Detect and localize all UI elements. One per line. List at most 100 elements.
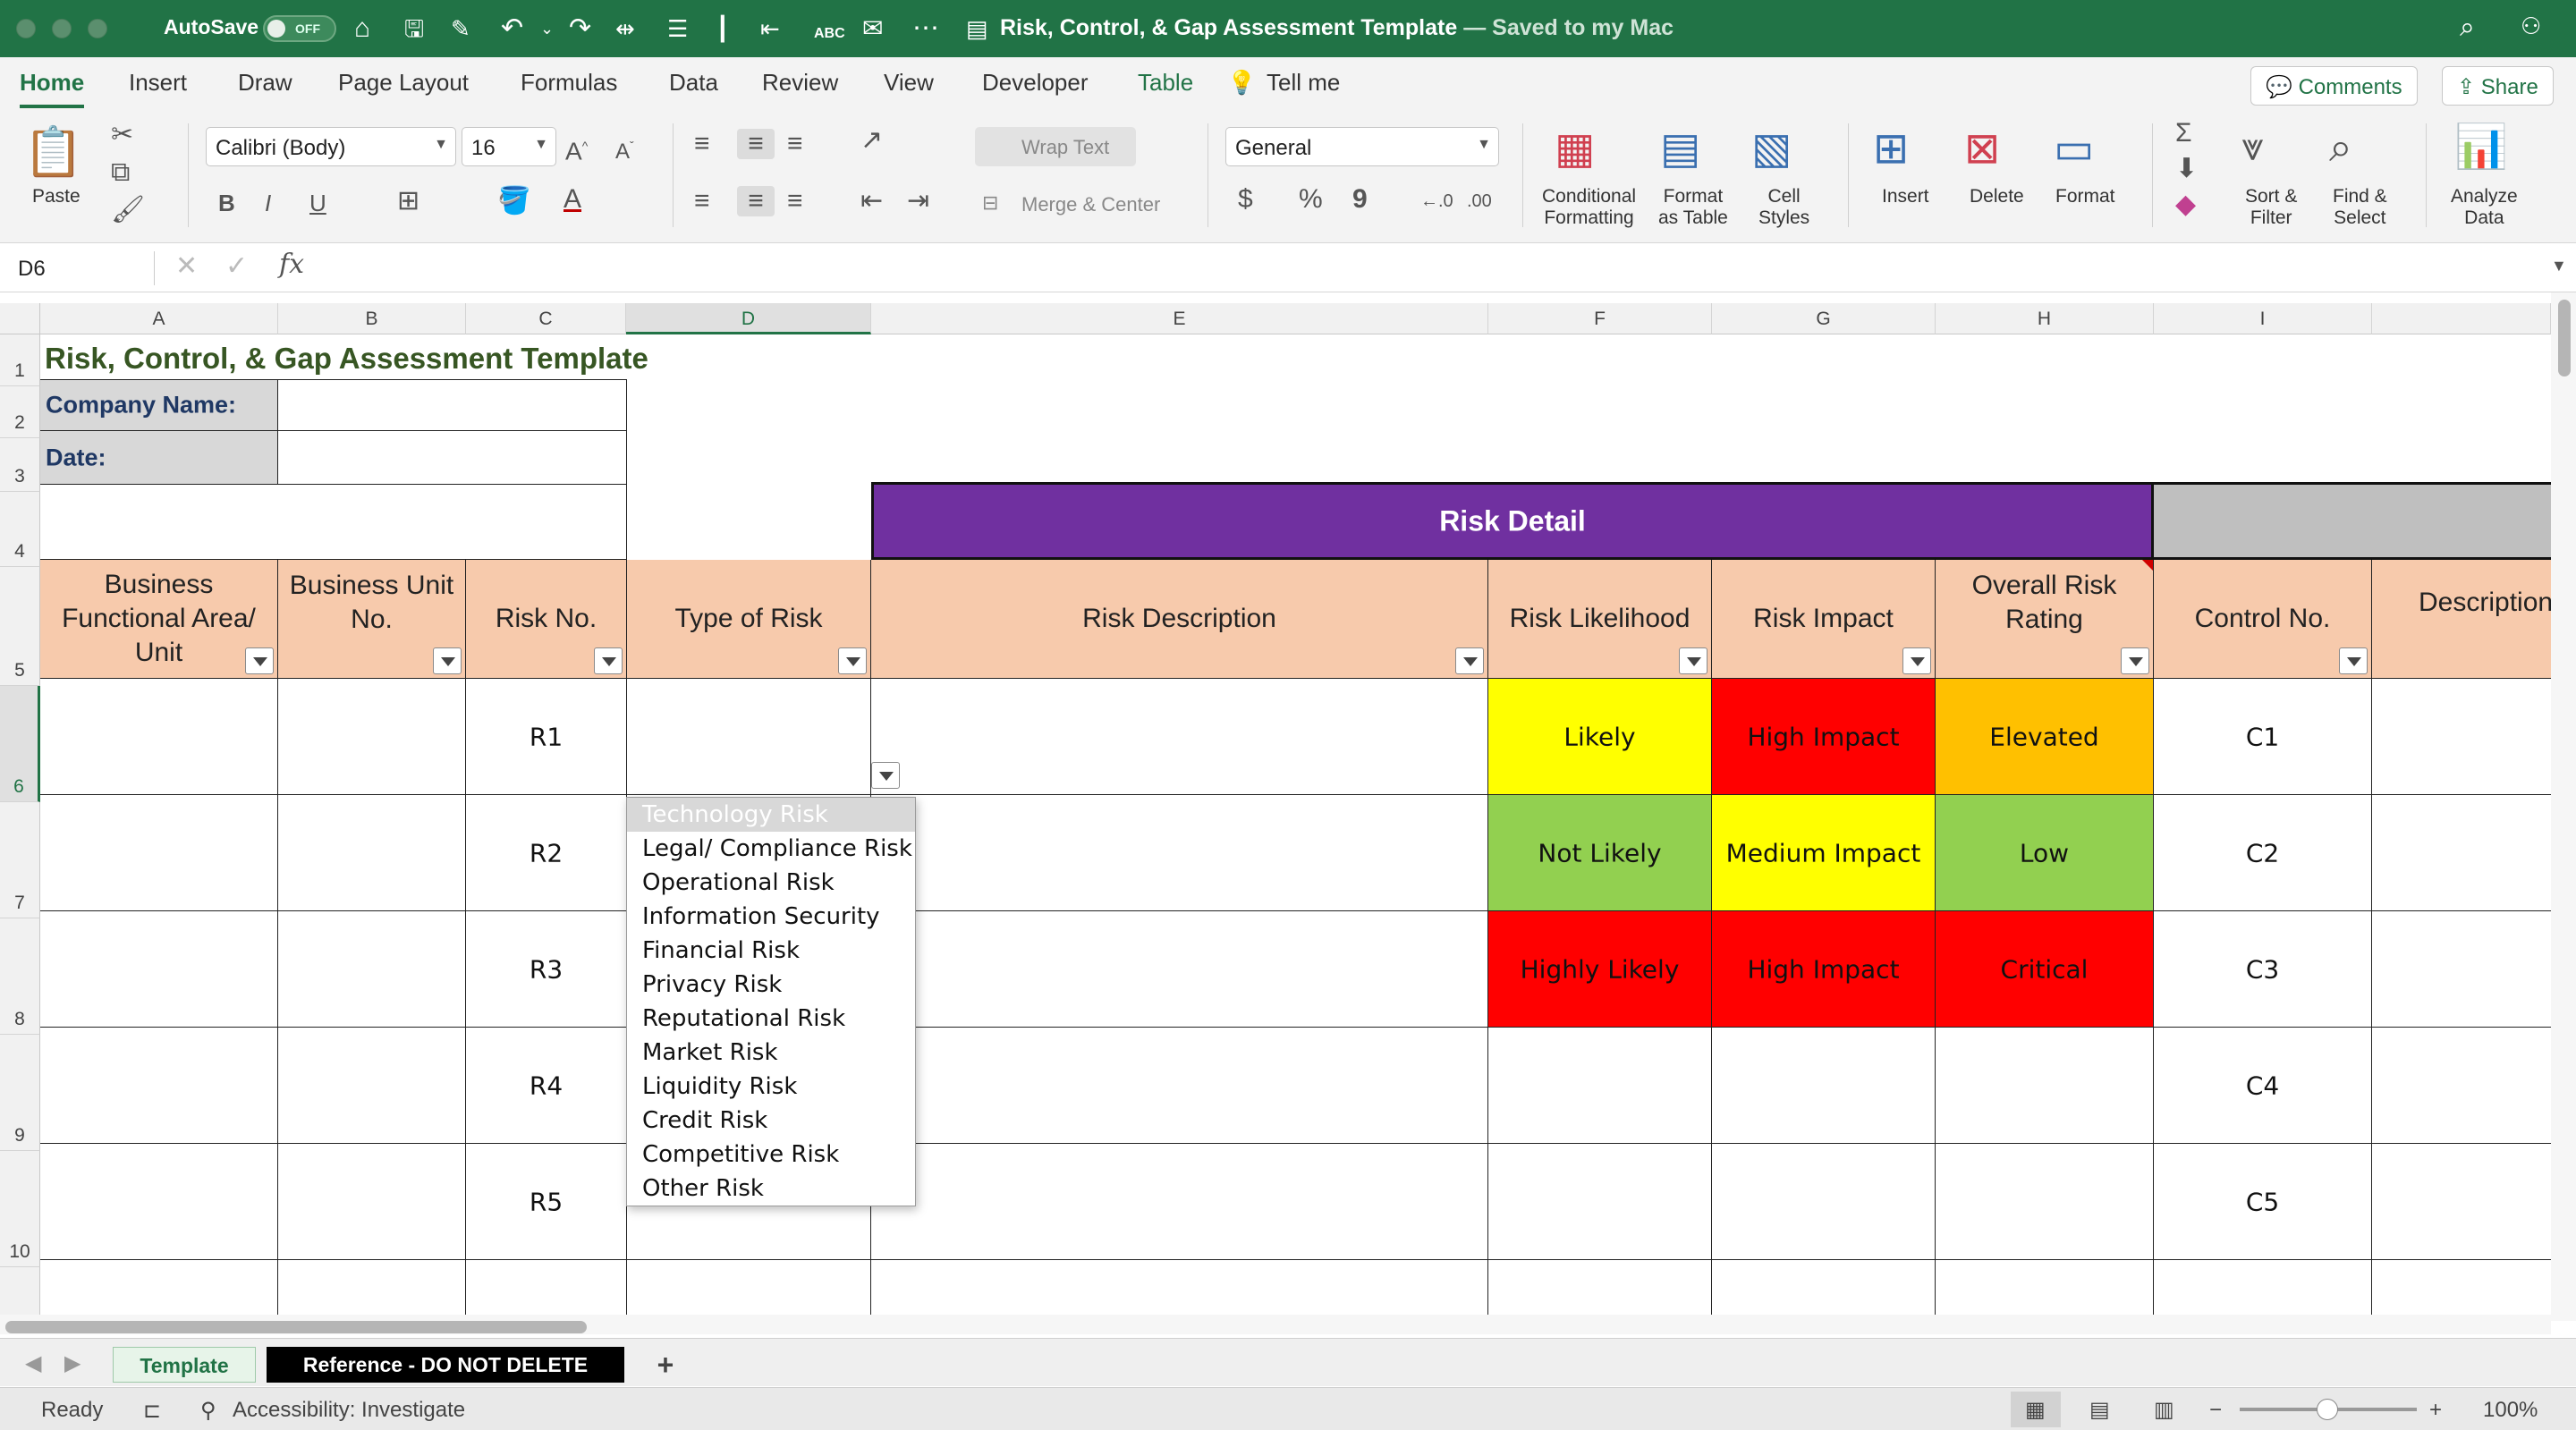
row-header-1[interactable]: 1	[0, 334, 40, 386]
insert-column-icon[interactable]: ⇹	[615, 13, 635, 45]
find-select-icon[interactable]: ⌕	[2329, 123, 2352, 170]
increase-decimal-icon[interactable]: ←.0	[1420, 186, 1453, 216]
zoom-in-icon[interactable]: +	[2429, 1398, 2442, 1423]
cell-b9[interactable]	[278, 1028, 466, 1144]
dropdown-option-market-risk[interactable]: Market Risk	[627, 1036, 915, 1070]
cell-d6-selected[interactable]	[627, 679, 871, 795]
cell-j11[interactable]	[2372, 1260, 2553, 1321]
cell-h6[interactable]: Elevated	[1936, 679, 2154, 795]
cell-g11[interactable]	[1712, 1260, 1936, 1321]
cell-c9[interactable]: R4	[466, 1028, 627, 1144]
font-name-select[interactable]: Calibri (Body)▼	[206, 127, 456, 166]
delete-cells-icon[interactable]: ⊠	[1964, 125, 2000, 173]
insert-cells-icon[interactable]: ⊞	[1873, 125, 1909, 173]
cell-j7[interactable]	[2372, 795, 2553, 911]
decrease-font-icon[interactable]: Aˇ	[615, 131, 634, 167]
header-risk-likelihood[interactable]: Risk Likelihood	[1488, 560, 1712, 679]
column-header-f[interactable]: F	[1488, 303, 1712, 334]
dropdown-option-other-risk[interactable]: Other Risk	[627, 1172, 915, 1206]
row-header-2[interactable]: 2	[0, 386, 40, 438]
currency-button[interactable]: $	[1238, 184, 1253, 215]
cut-icon[interactable]: ✂	[111, 120, 133, 150]
cell-a6[interactable]	[40, 679, 278, 795]
fill-icon[interactable]: ⬇	[2175, 154, 2198, 184]
save-icon[interactable]: 🖫	[404, 13, 424, 45]
cell-i10[interactable]: C5	[2154, 1144, 2372, 1260]
previous-sheet-icon[interactable]: ◀	[25, 1350, 41, 1376]
add-sheet-button[interactable]: +	[648, 1347, 683, 1383]
cell-c8[interactable]: R3	[466, 911, 627, 1028]
italic-button[interactable]: I	[265, 188, 271, 218]
header-risk-description[interactable]: Risk Description	[871, 560, 1488, 679]
row-header-5[interactable]: 5	[0, 567, 40, 686]
tab-review[interactable]: Review	[762, 69, 838, 97]
vertical-scrollbar[interactable]	[2551, 292, 2576, 1321]
column-header-d[interactable]: D	[626, 303, 871, 334]
format-as-table-icon[interactable]: ▤	[1660, 125, 1700, 173]
cell-styles-icon[interactable]: ▧	[1751, 125, 1792, 173]
cell-a8[interactable]	[40, 911, 278, 1028]
indent-icon[interactable]: ⇤	[760, 13, 780, 45]
decrease-decimal-icon[interactable]: .00	[1467, 186, 1492, 216]
font-color-icon[interactable]: A	[564, 184, 581, 215]
home-icon[interactable]: ⌂	[354, 13, 370, 45]
header-business-unit-no[interactable]: Business Unit No.	[278, 560, 466, 679]
format-cells-icon[interactable]: ▭	[2054, 125, 2094, 173]
company-name-label-cell[interactable]: Company Name:	[40, 379, 278, 431]
find-select-label[interactable]: Find &Select	[2333, 186, 2387, 229]
column-header-a[interactable]: A	[40, 303, 278, 334]
header-business-area[interactable]: Business Functional Area/ Unit	[40, 560, 278, 679]
spell-check-icon[interactable]: ABC	[814, 18, 845, 50]
underline-button[interactable]: U	[309, 188, 326, 218]
cell-b8[interactable]	[278, 911, 466, 1028]
tab-home[interactable]: Home	[20, 69, 84, 97]
column-header-j[interactable]	[2372, 303, 2551, 334]
cell-f6[interactable]: Likely	[1488, 679, 1712, 795]
cell-h7[interactable]: Low	[1936, 795, 2154, 911]
paste-label[interactable]: Paste	[32, 186, 80, 207]
column-header-e[interactable]: E	[871, 303, 1488, 334]
horizontal-scroll-thumb[interactable]	[5, 1321, 587, 1333]
undo-icon[interactable]: ↶	[501, 13, 523, 45]
row-header-8[interactable]: 8	[0, 918, 40, 1035]
cell-c7[interactable]: R2	[466, 795, 627, 911]
tab-data[interactable]: Data	[669, 69, 718, 97]
name-box[interactable]: D6	[9, 250, 148, 287]
format-cells-label[interactable]: Format	[2055, 186, 2115, 207]
insert-function-button[interactable]: fx	[279, 250, 304, 280]
cell-b10[interactable]	[278, 1144, 466, 1260]
cell-h8[interactable]: Critical	[1936, 911, 2154, 1028]
cell-h9[interactable]	[1936, 1028, 2154, 1144]
accessibility-status[interactable]: Accessibility: Investigate	[233, 1398, 465, 1423]
dropdown-option-competitive-risk[interactable]: Competitive Risk	[627, 1138, 915, 1172]
save-as-icon[interactable]: ✎	[451, 13, 470, 45]
risk-detail-banner[interactable]: Risk Detail	[871, 482, 2154, 560]
close-window-icon[interactable]	[16, 19, 36, 38]
enter-icon[interactable]: ✓	[225, 251, 248, 282]
undo-dropdown-icon[interactable]: ⌄	[540, 13, 554, 45]
number-format-select[interactable]: General▼	[1225, 127, 1499, 166]
dropdown-option-technology-risk[interactable]: Technology Risk	[627, 798, 915, 832]
conditional-formatting-icon[interactable]: ▦	[1555, 125, 1595, 173]
dropdown-option-credit-risk[interactable]: Credit Risk	[627, 1104, 915, 1138]
cell-f8[interactable]: Highly Likely	[1488, 911, 1712, 1028]
align-right-icon[interactable]: ≡	[787, 186, 803, 216]
cell-i7[interactable]: C2	[2154, 795, 2372, 911]
sheet-tab-template[interactable]: Template	[113, 1347, 256, 1383]
filter-dropdown-icon[interactable]	[838, 647, 867, 674]
cell-c11[interactable]: R6	[466, 1260, 627, 1321]
tab-view[interactable]: View	[884, 69, 934, 97]
sort-filter-label[interactable]: Sort &Filter	[2245, 186, 2297, 229]
filter-dropdown-icon[interactable]	[433, 647, 462, 674]
dropdown-option-liquidity-risk[interactable]: Liquidity Risk	[627, 1070, 915, 1104]
borders-icon[interactable]: ⊞	[397, 186, 419, 216]
format-painter-icon[interactable]: 🖌	[111, 195, 145, 225]
spacer-cell[interactable]	[40, 485, 627, 560]
cell-e7[interactable]	[871, 795, 1488, 911]
insert-row-icon[interactable]: ☰	[667, 13, 688, 45]
normal-view-button[interactable]: ▦	[2011, 1392, 2061, 1427]
dropdown-option-information-security[interactable]: Information Security	[627, 900, 915, 934]
align-center-icon[interactable]: ≡	[737, 186, 775, 216]
autosave-toggle[interactable]: OFF	[263, 15, 336, 42]
zoom-level[interactable]: 100%	[2483, 1398, 2538, 1423]
